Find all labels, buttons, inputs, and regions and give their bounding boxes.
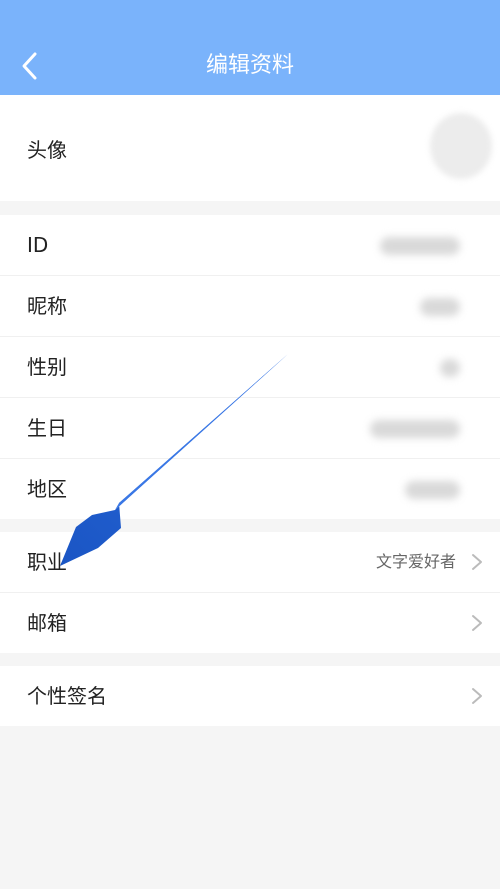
signature-section: 个性签名 [0, 666, 500, 726]
email-label: 邮箱 [27, 611, 67, 635]
signature-label: 个性签名 [27, 684, 107, 708]
avatar-row[interactable]: 头像 [0, 95, 500, 201]
region-value [405, 481, 460, 499]
nickname-value [420, 298, 460, 316]
birthday-value [370, 420, 460, 438]
email-row[interactable]: 邮箱 [0, 593, 500, 653]
region-row[interactable]: 地区 [0, 459, 500, 519]
basic-info-section: ID 昵称 性别 生日 地区 [0, 215, 500, 519]
chevron-right-icon [472, 615, 482, 631]
avatar-label: 头像 [27, 138, 67, 162]
region-label: 地区 [27, 477, 67, 501]
occupation-label: 职业 [27, 550, 67, 574]
gender-row[interactable]: 性别 [0, 337, 500, 398]
id-value [380, 237, 460, 255]
page-title: 编辑资料 [205, 53, 294, 78]
nickname-row[interactable]: 昵称 [0, 276, 500, 337]
occupation-row[interactable]: 职业 文字爱好者 [0, 532, 500, 593]
contact-section: 职业 文字爱好者 邮箱 [0, 532, 500, 653]
gender-label: 性别 [27, 355, 67, 379]
signature-row[interactable]: 个性签名 [0, 666, 500, 726]
gender-value [440, 359, 460, 377]
avatar[interactable] [430, 113, 492, 179]
app-header: 编辑资料 [0, 0, 500, 95]
id-row[interactable]: ID [0, 215, 500, 276]
birthday-label: 生日 [27, 416, 67, 440]
birthday-row[interactable]: 生日 [0, 398, 500, 459]
nickname-label: 昵称 [27, 294, 67, 318]
avatar-section: 头像 [0, 95, 500, 201]
chevron-right-icon [472, 688, 482, 704]
id-label: ID [27, 233, 49, 257]
chevron-right-icon [472, 554, 482, 570]
occupation-value: 文字爱好者 [375, 552, 456, 571]
